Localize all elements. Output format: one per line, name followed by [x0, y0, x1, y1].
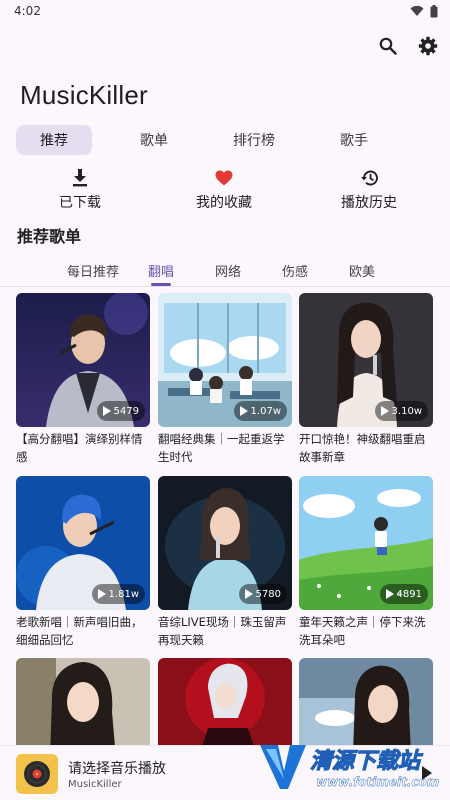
play-icon: [244, 589, 253, 599]
play-count: 3.10w: [374, 401, 428, 421]
main-tabs: 推荐 歌单 排行榜 歌手: [16, 125, 416, 155]
playlist-card[interactable]: [16, 658, 150, 745]
play-icon: [239, 406, 248, 416]
download-icon: [73, 169, 87, 187]
tab-charts[interactable]: 排行榜: [216, 125, 292, 155]
app-title: MusicKiller: [20, 80, 148, 110]
status-bar: 4:02: [0, 0, 450, 22]
playlist-title: 【高分翻唱】演绎别样情感: [16, 432, 143, 464]
history-button[interactable]: 播放历史: [309, 168, 429, 212]
playlist-title: 音综LIVE现场｜珠玉留声再现天籁: [158, 615, 287, 647]
playlist-card[interactable]: 3.10w 开口惊艳！神级翻唱重启故事新章: [299, 293, 433, 466]
playlist-card[interactable]: [158, 658, 292, 745]
gear-icon: [418, 36, 438, 56]
quick-actions: 已下载 我的收藏 播放历史: [0, 168, 450, 212]
play-icon: [102, 406, 111, 416]
playlist-title: 开口惊艳！神级翻唱重启故事新章: [299, 432, 426, 464]
now-playing-subtitle: MusicKiller: [68, 779, 122, 790]
playlist-card[interactable]: 4891 童年天籁之声｜停下来洗洗耳朵吧: [299, 476, 433, 649]
watermark: 清源下载站 www.fotimeit.com: [258, 741, 439, 797]
wifi-icon: [410, 5, 424, 16]
play-icon: [380, 406, 389, 416]
playlist-title: 童年天籁之声｜停下来洗洗耳朵吧: [299, 615, 426, 647]
playlist-card[interactable]: [299, 658, 433, 745]
section-title: 推荐歌单: [17, 227, 82, 246]
playlist-card[interactable]: 5479 【高分翻唱】演绎别样情感: [16, 293, 150, 466]
playlist-cover: 1.81w: [16, 476, 150, 610]
playlist-cover: [158, 658, 292, 745]
play-count: 5780: [238, 584, 287, 604]
playlist-card[interactable]: 5780 音综LIVE现场｜珠玉留声再现天籁: [158, 476, 292, 649]
play-icon: [97, 589, 106, 599]
settings-button[interactable]: [416, 34, 440, 58]
favorites-button[interactable]: 我的收藏: [164, 168, 284, 212]
album-cover: [16, 754, 58, 794]
divider: [0, 286, 450, 287]
playlist-cover: 1.07w: [158, 293, 292, 427]
tab-internet[interactable]: 网络: [197, 256, 259, 284]
downloaded-button[interactable]: 已下载: [20, 168, 140, 212]
tab-covers[interactable]: 翻唱: [130, 256, 192, 284]
play-count: 5479: [96, 401, 145, 421]
history-icon: [360, 170, 378, 186]
playlist-cover: 5479: [16, 293, 150, 427]
tab-recommend[interactable]: 推荐: [16, 125, 92, 155]
playlist-cover: 3.10w: [299, 293, 433, 427]
search-icon: [379, 37, 397, 55]
playlist-cover: [299, 658, 433, 745]
play-icon: [385, 589, 394, 599]
play-count: 1.81w: [91, 584, 145, 604]
playlist-cover: 4891: [299, 476, 433, 610]
tab-western[interactable]: 欧美: [331, 256, 393, 284]
history-label: 播放历史: [341, 195, 397, 211]
playlist-cover: [16, 658, 150, 745]
play-button[interactable]: [422, 766, 432, 780]
tab-playlists[interactable]: 歌单: [116, 125, 192, 155]
playlist-title: 翻唱经典集｜一起重返学生时代: [158, 432, 285, 464]
favorites-label: 我的收藏: [196, 195, 252, 211]
playlist-title: 老歌新唱｜新声唱旧曲，细细品回忆: [16, 615, 143, 647]
downloaded-label: 已下载: [59, 195, 101, 211]
battery-icon: [430, 4, 438, 17]
playlist-card[interactable]: 1.07w 翻唱经典集｜一起重返学生时代: [158, 293, 292, 466]
watermark-url: www.fotimeit.com: [316, 775, 440, 789]
heart-icon: [215, 170, 233, 186]
playlist-grid: 5479 【高分翻唱】演绎别样情感 1.07w 翻唱经典集｜一起重返学生时代 3…: [16, 293, 436, 745]
tab-singers[interactable]: 歌手: [316, 125, 392, 155]
vinyl-icon: [24, 761, 50, 787]
category-tabs: 每日推荐 翻唱 网络 伤感 欧美: [62, 256, 382, 286]
watermark-logo: [260, 745, 306, 789]
playlist-cover: 5780: [158, 476, 292, 610]
search-button[interactable]: [376, 34, 400, 58]
now-playing-title: 请选择音乐播放: [68, 761, 166, 777]
playlist-card[interactable]: 1.81w 老歌新唱｜新声唱旧曲，细细品回忆: [16, 476, 150, 649]
play-count: 4891: [379, 584, 428, 604]
watermark-text: 清源下载站: [309, 749, 421, 775]
top-actions: [376, 34, 440, 58]
status-time: 4:02: [14, 4, 41, 18]
play-count: 1.07w: [233, 401, 287, 421]
tab-daily[interactable]: 每日推荐: [62, 256, 124, 284]
tab-sad[interactable]: 伤感: [264, 256, 326, 284]
